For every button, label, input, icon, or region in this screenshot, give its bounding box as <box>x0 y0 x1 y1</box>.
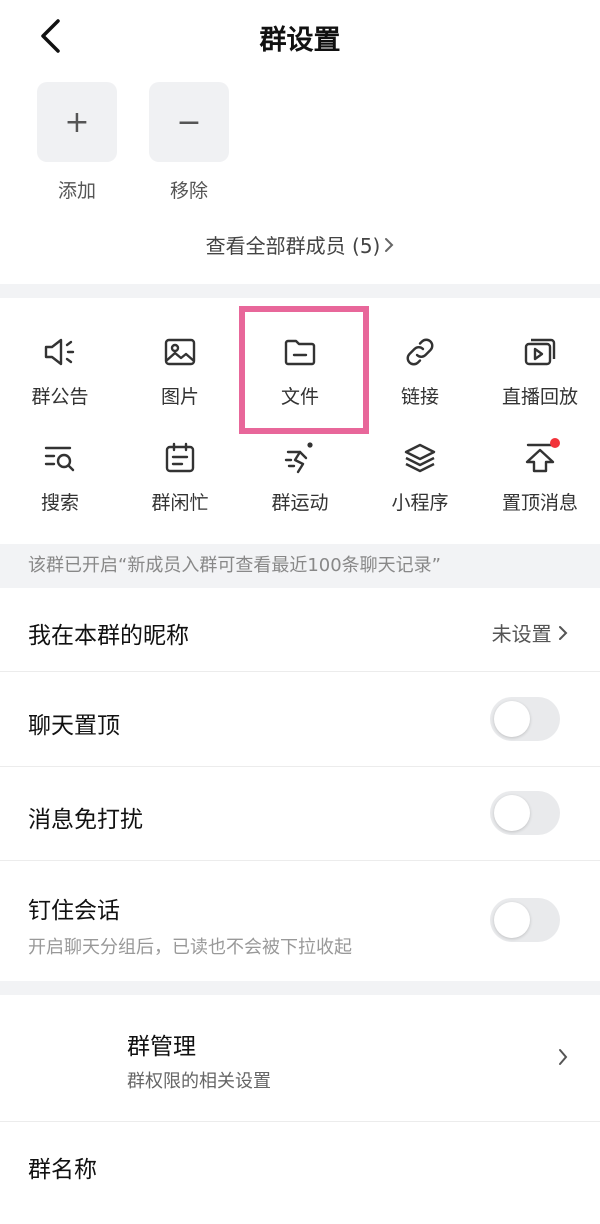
megaphone-icon <box>40 332 80 372</box>
feature-live-replay[interactable]: 直播回放 <box>480 332 600 438</box>
feature-label: 图片 <box>160 386 199 408</box>
feature-label: 搜索 <box>40 492 79 514</box>
mute-row: 消息免打扰 <box>0 767 600 861</box>
nickname-value-text: 未设置 <box>491 622 552 646</box>
add-member-label: 添加 <box>57 180 96 202</box>
feature-search[interactable]: 搜索 <box>0 438 120 544</box>
members-section: + 添加 − 移除 查看全部群成员 (5) <box>0 76 600 284</box>
pin-session-toggle[interactable] <box>490 898 560 942</box>
layers-icon <box>400 438 440 478</box>
image-icon <box>160 332 200 372</box>
feature-label: 群公告 <box>31 386 89 408</box>
remove-member: − 移除 <box>149 82 229 203</box>
group-manage-description: 群权限的相关设置 <box>127 1071 271 1092</box>
header-bar: 群设置 <box>0 0 600 76</box>
remove-member-label: 移除 <box>169 180 208 202</box>
pin-chat-toggle[interactable] <box>490 697 560 741</box>
add-member: + 添加 <box>37 82 117 203</box>
feature-label: 链接 <box>400 386 439 408</box>
feature-label: 群运动 <box>271 492 329 514</box>
search-list-icon <box>40 438 80 478</box>
feature-availability[interactable]: 群闲忙 <box>120 438 240 544</box>
mute-toggle[interactable] <box>490 791 560 835</box>
view-all-members-label: 查看全部群成员 (5) <box>205 234 381 258</box>
feature-label: 小程序 <box>391 492 449 514</box>
section-divider <box>0 981 600 995</box>
link-icon <box>400 332 440 372</box>
nickname-row[interactable]: 我在本群的昵称 未设置 <box>0 588 600 672</box>
pin-top-icon <box>520 438 560 478</box>
page-title: 群设置 <box>259 25 341 56</box>
group-manage-row[interactable]: 群管理 群权限的相关设置 <box>0 995 600 1122</box>
feature-links[interactable]: 链接 <box>360 332 480 438</box>
toggle-knob <box>494 701 530 737</box>
chevron-right-icon <box>384 234 394 258</box>
section-divider <box>0 284 600 298</box>
view-all-members-link[interactable]: 查看全部群成员 (5) <box>0 230 600 259</box>
feature-label: 置顶消息 <box>501 492 578 514</box>
pin-chat-label: 聊天置顶 <box>28 713 120 739</box>
history-notice: 该群已开启“新成员入群可查看最近100条聊天记录” <box>0 544 600 588</box>
feature-label: 直播回放 <box>501 386 578 408</box>
running-icon <box>280 438 320 478</box>
group-name-label: 群名称 <box>28 1157 97 1183</box>
add-member-button[interactable]: + <box>37 82 117 162</box>
feature-images[interactable]: 图片 <box>120 332 240 438</box>
notification-badge <box>550 438 560 448</box>
pin-chat-row: 聊天置顶 <box>0 672 600 767</box>
nickname-value: 未设置 <box>492 618 568 647</box>
feature-sports[interactable]: 群运动 <box>240 438 360 544</box>
mute-label: 消息免打扰 <box>28 807 143 833</box>
calendar-icon <box>160 438 200 478</box>
feature-grid: 群公告 图片 文件 链接 直播回放 搜索 群闲忙 群运动 小程序 置顶消息 <box>0 298 600 542</box>
chevron-right-icon <box>558 1047 568 1071</box>
toggle-knob <box>494 902 530 938</box>
folder-icon <box>280 332 320 372</box>
feature-pinned-messages[interactable]: 置顶消息 <box>480 438 600 544</box>
nickname-label: 我在本群的昵称 <box>28 623 189 649</box>
feature-label: 文件 <box>280 386 319 408</box>
pin-session-row: 钉住会话 开启聊天分组后，已读也不会被下拉收起 <box>0 861 600 981</box>
video-replay-icon <box>520 332 560 372</box>
feature-label: 群闲忙 <box>151 492 209 514</box>
remove-member-button[interactable]: − <box>149 82 229 162</box>
pin-session-label: 钉住会话 <box>28 898 120 924</box>
feature-files[interactable]: 文件 <box>240 332 360 438</box>
toggle-knob <box>494 795 530 831</box>
pin-session-description: 开启聊天分组后，已读也不会被下拉收起 <box>28 937 352 958</box>
feature-announcement[interactable]: 群公告 <box>0 332 120 438</box>
group-manage-label: 群管理 <box>127 1034 196 1060</box>
chevron-right-icon <box>558 622 568 646</box>
group-name-row[interactable]: 群名称 <box>0 1122 600 1224</box>
feature-mini-program[interactable]: 小程序 <box>360 438 480 544</box>
